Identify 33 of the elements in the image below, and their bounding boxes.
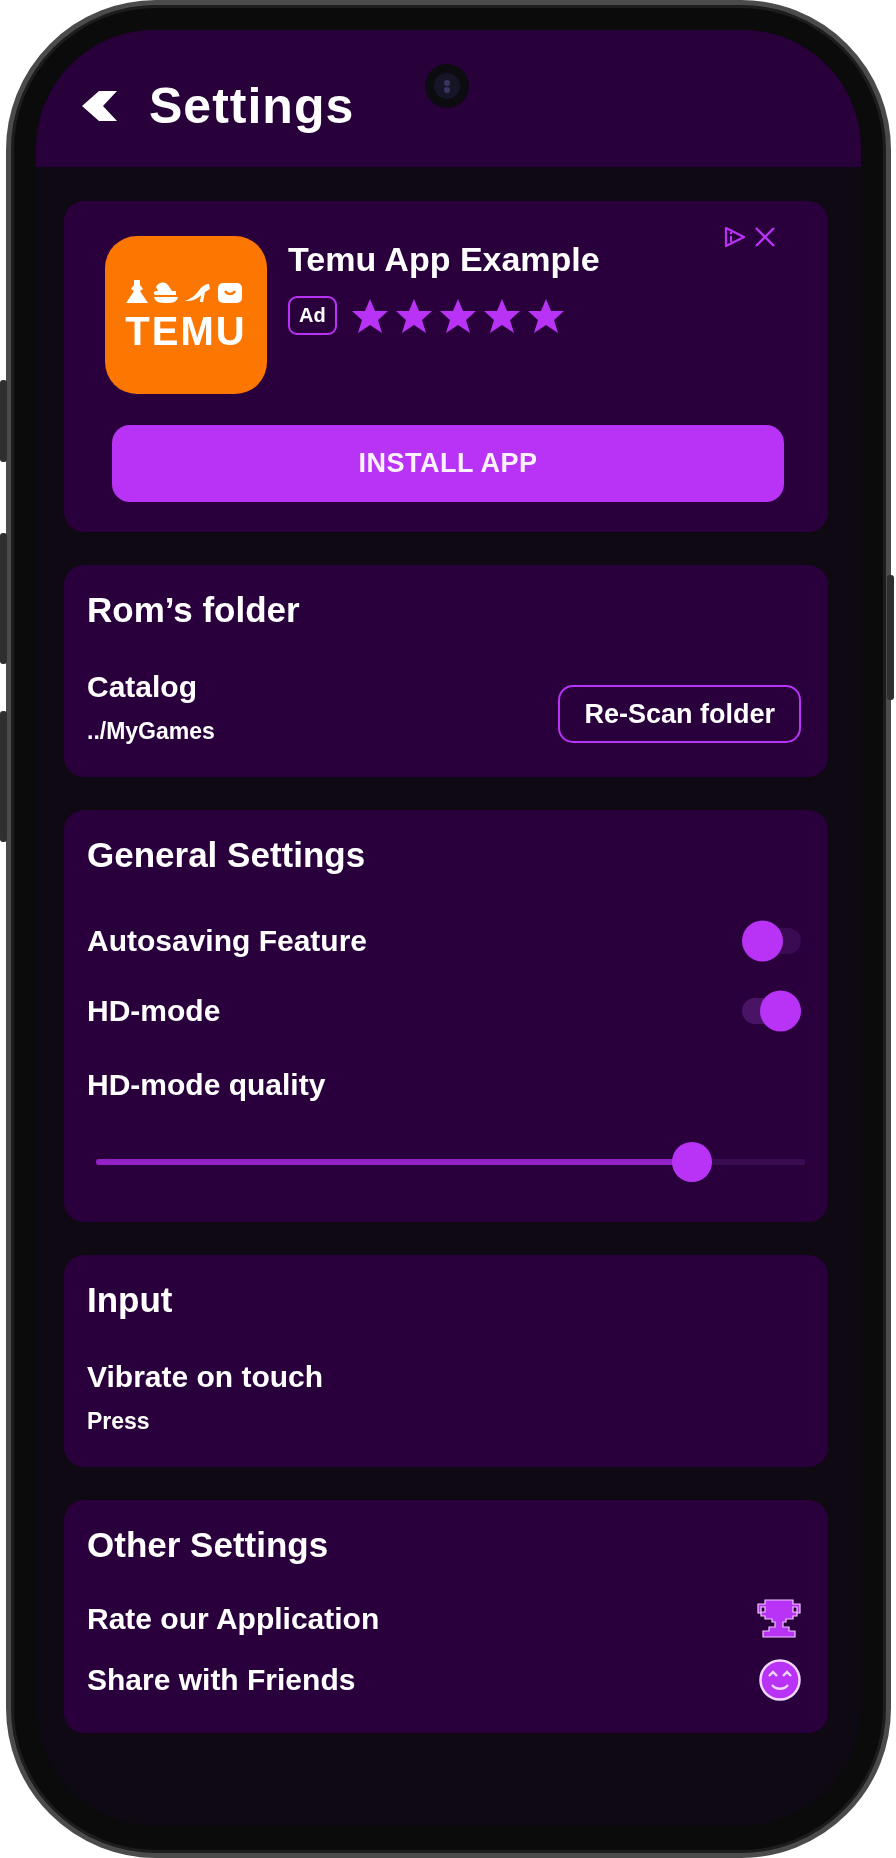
- star-icon: [394, 297, 433, 334]
- setting-label: Catalog: [87, 669, 197, 705]
- section-title: Input: [87, 1280, 173, 1320]
- app-name: Temu App Example: [288, 239, 600, 279]
- trophy-icon: [757, 1599, 801, 1639]
- star-icon: [526, 297, 565, 334]
- smiley-icon: [759, 1659, 801, 1701]
- setting-value: Press: [87, 1407, 150, 1435]
- section-title: Other Settings: [87, 1525, 329, 1565]
- logo-text: TEMU: [125, 311, 247, 351]
- setting-label: HD-mode quality: [87, 1067, 326, 1103]
- star-icon: [438, 297, 477, 334]
- folder-path: ../MyGames: [87, 717, 215, 745]
- close-icon[interactable]: [753, 225, 777, 249]
- setting-label: Vibrate on touch: [87, 1359, 324, 1395]
- info-triangle-icon[interactable]: [723, 225, 747, 249]
- camera-lens-icon: [424, 63, 470, 109]
- rescan-button[interactable]: Re-Scan folder: [558, 685, 801, 743]
- star-icon: [482, 297, 521, 334]
- install-button[interactable]: INSTALL APP: [112, 425, 784, 502]
- toggle-switch[interactable]: [742, 920, 801, 962]
- toggle-switch[interactable]: [742, 990, 801, 1032]
- ad-badge: Ad: [288, 296, 337, 335]
- menu-item[interactable]: Share with Friends: [87, 1659, 801, 1701]
- setting-label: Autosaving Feature: [87, 923, 368, 959]
- back-icon[interactable]: [82, 89, 117, 122]
- section-title: General Settings: [87, 835, 366, 875]
- slider-thumb[interactable]: [671, 1142, 712, 1182]
- menu-item[interactable]: Rate our Application: [87, 1599, 801, 1639]
- screen-title: Settings: [149, 77, 355, 134]
- star-icon: [350, 297, 389, 334]
- setting-label: HD-mode: [87, 993, 221, 1029]
- section-title: Rom’s folder: [87, 590, 300, 630]
